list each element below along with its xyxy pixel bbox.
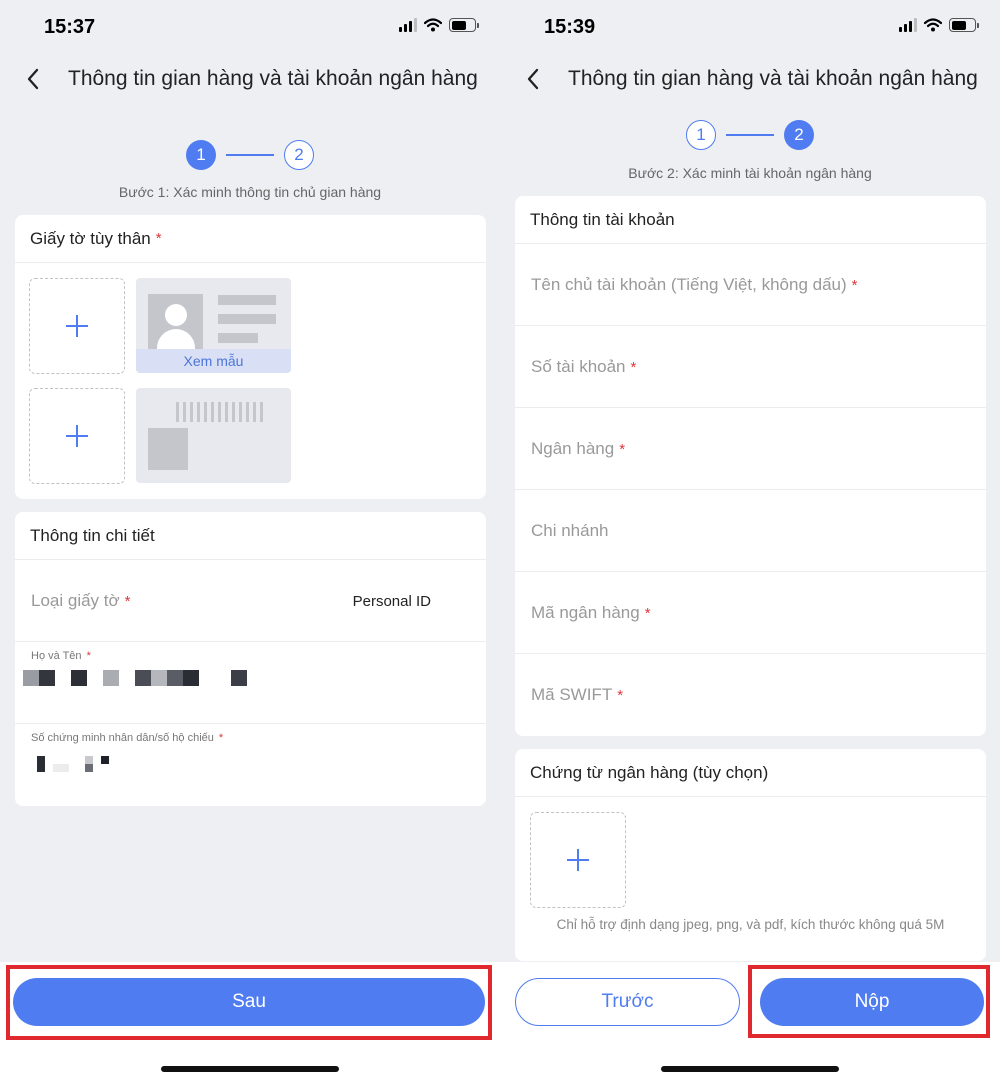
screen-step-2: 15:39 Thông tin gian hàng và tài khoản n…	[500, 0, 1000, 1082]
wifi-icon	[424, 18, 442, 32]
details-card: Thông tin chi tiết Loại giấy tờ * Persona…	[15, 512, 486, 806]
account-holder-field[interactable]: Tên chủ tài khoản (Tiếng Việt, không dấu…	[515, 244, 986, 326]
doc-type-value: Personal ID	[352, 593, 431, 610]
status-icons	[899, 18, 979, 32]
plus-icon	[66, 425, 88, 447]
view-sample-link[interactable]: Xem mẫu	[136, 349, 291, 373]
id-number-label: Số chứng minh nhân dân/số hộ chiếu *	[31, 732, 224, 744]
front-sample-image: Xem mẫu	[136, 278, 291, 373]
id-document-header: Giấy tờ tùy thân *	[15, 215, 486, 263]
step-connector	[226, 154, 274, 156]
id-number-field[interactable]: Số chứng minh nhân dân/số hộ chiếu *	[15, 724, 486, 806]
nav-bar: Thông tin gian hàng và tài khoản ngân hà…	[500, 56, 1000, 104]
full-name-field[interactable]: Họ và Tên *	[15, 642, 486, 724]
bank-code-field[interactable]: Mã ngân hàng *	[515, 572, 986, 654]
bank-documents-card: Chứng từ ngân hàng (tùy chọn) Chỉ hỗ trợ…	[515, 749, 986, 961]
bank-label: Ngân hàng *	[531, 439, 626, 458]
nav-bar: Thông tin gian hàng và tài khoản ngân hà…	[0, 56, 500, 104]
swift-field[interactable]: Mã SWIFT *	[515, 654, 986, 736]
back-chevron-icon	[527, 68, 539, 90]
status-time: 15:39	[544, 16, 596, 38]
page-title: Thông tin gian hàng và tài khoản ngân hà…	[568, 67, 978, 90]
battery-icon	[449, 18, 479, 32]
back-sample-image	[136, 388, 291, 483]
details-title: Thông tin chi tiết	[30, 525, 155, 545]
status-bar: 15:39	[500, 0, 1000, 52]
stepper: 1 2	[500, 120, 1000, 150]
back-chevron-icon	[27, 68, 39, 90]
upload-bank-document-button[interactable]	[530, 812, 626, 908]
previous-button[interactable]: Trước	[515, 978, 740, 1026]
step-caption: Bước 2: Xác minh tài khoản ngân hàng	[628, 165, 872, 181]
status-bar: 15:37	[0, 0, 500, 52]
home-indicator	[161, 1066, 339, 1072]
bank-documents-header: Chứng từ ngân hàng (tùy chọn)	[515, 749, 986, 797]
bank-documents-title: Chứng từ ngân hàng (tùy chọn)	[530, 762, 769, 782]
step-1-indicator: 1	[686, 120, 716, 150]
required-mark: *	[155, 230, 162, 247]
step-connector	[726, 134, 774, 136]
bank-field[interactable]: Ngân hàng *	[515, 408, 986, 490]
signal-icon	[899, 18, 917, 32]
signal-icon	[399, 18, 417, 32]
status-time: 15:37	[44, 16, 96, 38]
plus-icon	[567, 849, 589, 871]
upload-back-button[interactable]	[29, 388, 125, 484]
home-indicator	[661, 1066, 839, 1072]
account-number-field[interactable]: Số tài khoản *	[515, 326, 986, 408]
bank-code-label: Mã ngân hàng *	[531, 603, 651, 622]
step-2-indicator: 2	[284, 140, 314, 170]
account-holder-label: Tên chủ tài khoản (Tiếng Việt, không dấu…	[531, 275, 858, 294]
swift-label: Mã SWIFT *	[531, 685, 624, 704]
details-header: Thông tin chi tiết	[15, 512, 486, 560]
battery-icon	[949, 18, 979, 32]
id-document-card: Giấy tờ tùy thân * Xem mẫu	[15, 215, 486, 499]
account-info-header: Thông tin tài khoản	[515, 196, 986, 244]
plus-icon	[66, 315, 88, 337]
id-document-title: Giấy tờ tùy thân	[30, 228, 151, 248]
account-number-label: Số tài khoản *	[531, 357, 637, 376]
highlight-next-button	[6, 965, 492, 1040]
step-caption: Bước 1: Xác minh thông tin chủ gian hàng	[118, 184, 382, 200]
highlight-submit-button	[748, 965, 990, 1038]
back-button[interactable]	[18, 64, 48, 94]
account-info-card: Thông tin tài khoản Tên chủ tài khoản (T…	[515, 196, 986, 736]
branch-field[interactable]: Chi nhánh	[515, 490, 986, 572]
wifi-icon	[924, 18, 942, 32]
doc-type-row[interactable]: Loại giấy tờ * Personal ID	[15, 560, 486, 642]
screen-step-1: 15:37 Thông tin gian hàng và tài khoản n…	[0, 0, 500, 1082]
full-name-label: Họ và Tên *	[31, 650, 91, 662]
barcode-icon	[176, 402, 263, 422]
stepper: 1 2	[0, 140, 500, 170]
branch-label: Chi nhánh	[531, 521, 609, 540]
page-title: Thông tin gian hàng và tài khoản ngân hà…	[68, 67, 478, 90]
step-1-indicator: 1	[186, 140, 216, 170]
doc-type-label: Loại giấy tờ *	[31, 591, 131, 610]
step-2-indicator: 2	[784, 120, 814, 150]
account-info-title: Thông tin tài khoản	[530, 209, 675, 229]
back-button[interactable]	[518, 64, 548, 94]
upload-help-text: Chỉ hỗ trợ định dạng jpeg, png, và pdf, …	[556, 917, 945, 932]
upload-front-button[interactable]	[29, 278, 125, 374]
status-icons	[399, 18, 479, 32]
